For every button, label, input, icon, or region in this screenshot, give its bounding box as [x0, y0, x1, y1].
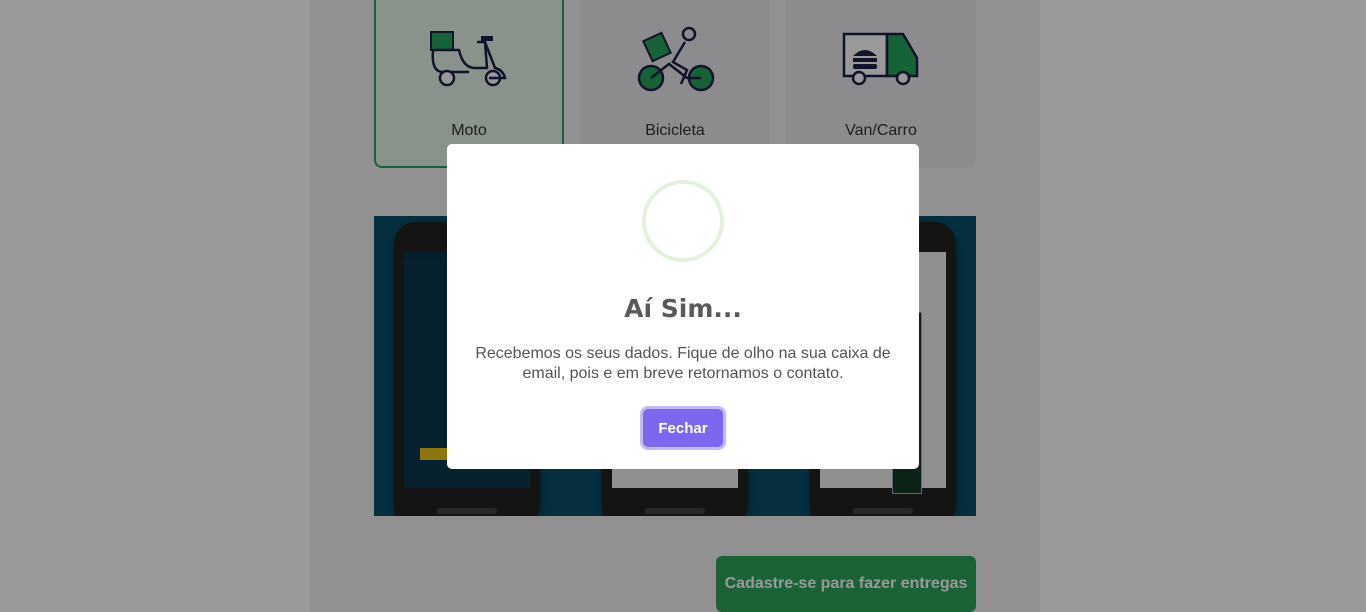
- success-modal: Aí Sim... Recebemos os seus dados. Fique…: [447, 144, 919, 469]
- modal-message: Recebemos os seus dados. Fique de olho n…: [475, 345, 891, 382]
- modal-title: Aí Sim...: [624, 294, 742, 323]
- close-button[interactable]: Fechar: [643, 409, 723, 447]
- success-circle-icon: [642, 180, 724, 262]
